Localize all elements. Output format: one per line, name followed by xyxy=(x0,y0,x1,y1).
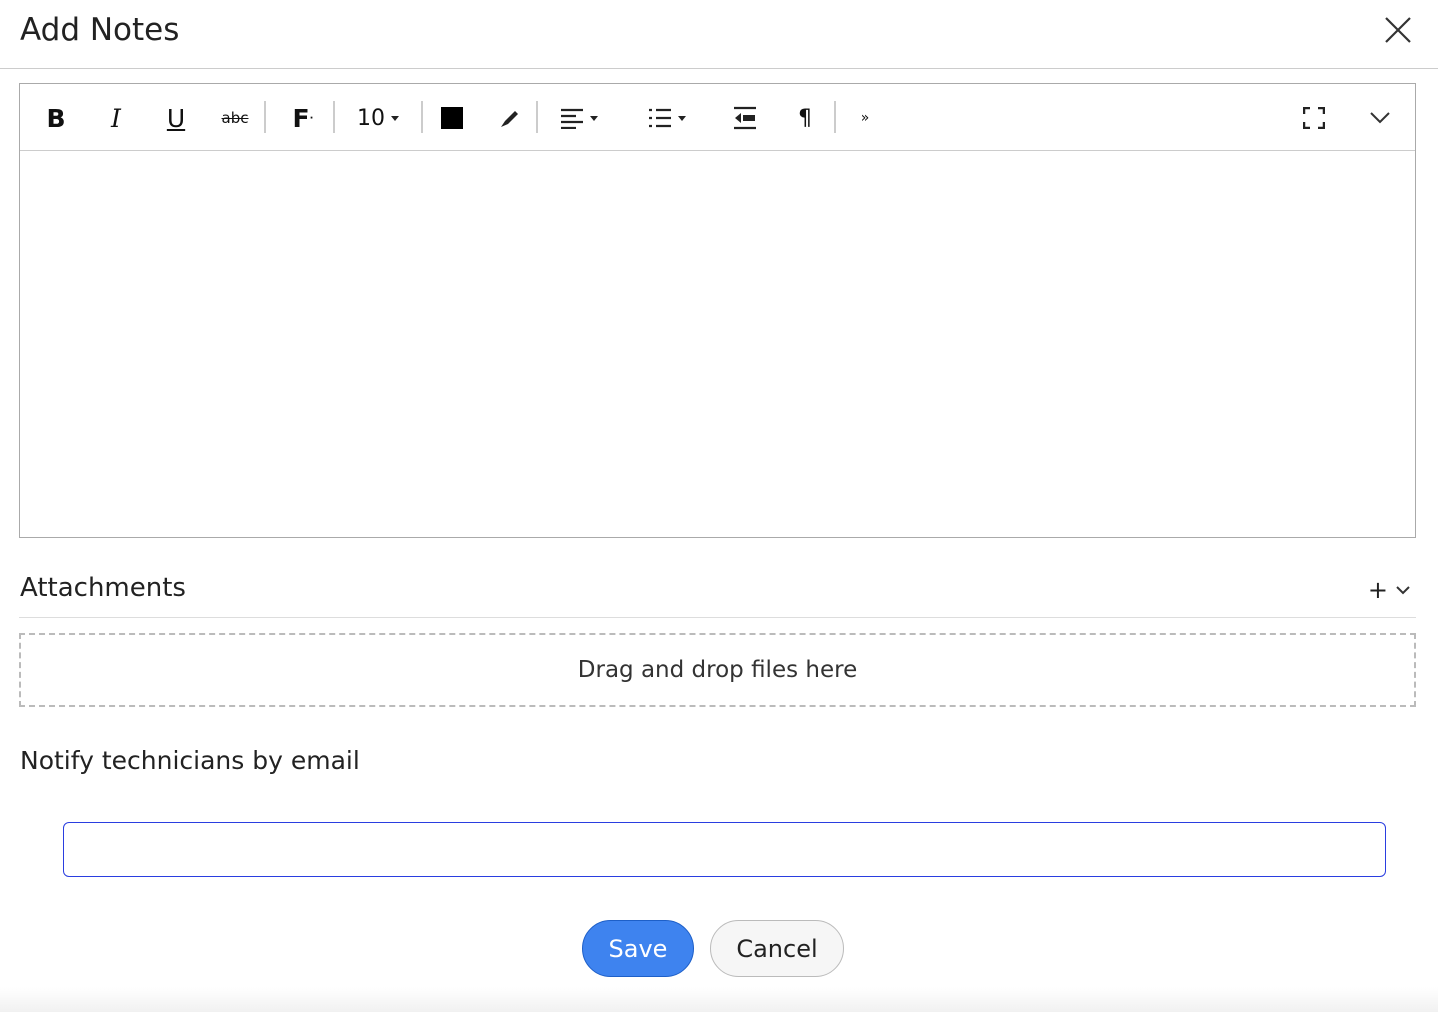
italic-icon[interactable]: I xyxy=(102,102,130,134)
add-attachment-button[interactable]: + xyxy=(1368,576,1388,604)
strikethrough-icon[interactable]: abc xyxy=(220,102,250,134)
divider xyxy=(264,101,266,133)
editor-toolbar: B I U abc F · 10 ¶ » xyxy=(20,84,1415,151)
divider xyxy=(536,101,538,133)
file-drop-zone[interactable]: Drag and drop files here xyxy=(19,633,1416,707)
more-icon[interactable]: » xyxy=(854,102,876,134)
bullet-list-icon xyxy=(649,108,671,128)
divider xyxy=(421,101,423,133)
paragraph-icon[interactable]: ¶ xyxy=(792,102,818,134)
notify-label: Notify technicians by email xyxy=(20,746,360,775)
dialog-header: Add Notes xyxy=(0,0,1438,69)
underline-icon[interactable]: U xyxy=(162,102,190,134)
align-dropdown[interactable] xyxy=(554,102,604,134)
dialog-title: Add Notes xyxy=(20,12,180,48)
cancel-button[interactable]: Cancel xyxy=(710,920,844,977)
list-dropdown[interactable] xyxy=(642,102,692,134)
drop-text: Drag and drop files here xyxy=(577,657,858,683)
chevron-down-icon[interactable] xyxy=(1396,585,1410,595)
outdent-icon[interactable] xyxy=(732,102,758,134)
divider xyxy=(333,101,335,133)
divider xyxy=(834,101,836,133)
footer-shade xyxy=(0,987,1438,1012)
highlight-icon[interactable] xyxy=(496,102,522,134)
font-size-value: 10 xyxy=(357,105,385,131)
chevron-down-icon xyxy=(391,115,399,121)
rich-text-editor[interactable]: B I U abc F · 10 ¶ » xyxy=(19,83,1416,538)
font-label: F xyxy=(292,103,310,133)
close-icon[interactable] xyxy=(1384,16,1412,44)
divider xyxy=(19,617,1416,618)
font-family-button[interactable]: F · xyxy=(288,102,318,134)
font-color-icon[interactable] xyxy=(440,102,464,134)
fullscreen-icon[interactable] xyxy=(1302,102,1326,134)
font-size-dropdown[interactable]: 10 xyxy=(354,102,402,134)
notify-email-input[interactable] xyxy=(63,822,1386,877)
attachments-actions: + xyxy=(1368,576,1410,604)
bold-icon[interactable]: B xyxy=(42,102,70,134)
save-button[interactable]: Save xyxy=(582,920,694,977)
attachments-title: Attachments xyxy=(20,573,186,603)
chevron-down-icon[interactable] xyxy=(1368,102,1392,134)
align-left-icon xyxy=(561,108,583,129)
